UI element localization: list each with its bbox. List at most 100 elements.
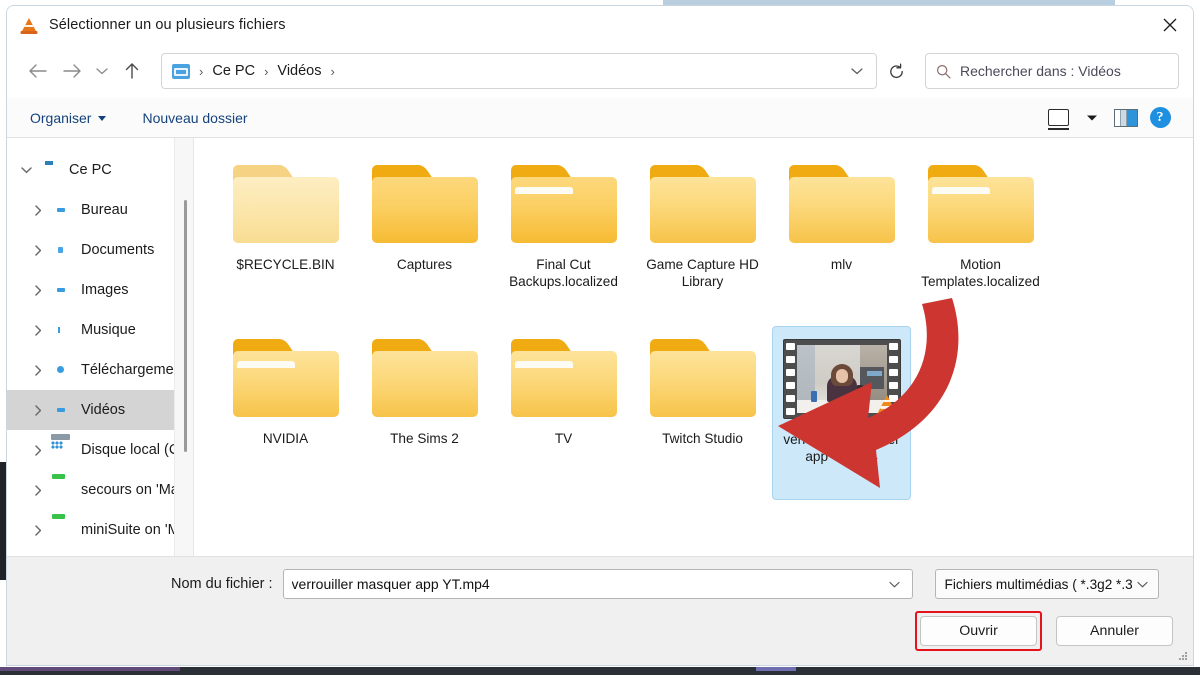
file-tile-game-capture[interactable]: Game Capture HD Library xyxy=(633,152,772,326)
recent-locations-chevron-down-icon[interactable] xyxy=(89,54,115,88)
breadcrumb-folder-icon xyxy=(172,63,190,79)
folder-icon xyxy=(232,332,339,424)
filename-input[interactable]: verrouiller masquer app YT.mp4 xyxy=(282,569,913,599)
search-input[interactable]: Rechercher dans : Vidéos xyxy=(925,53,1179,89)
chevron-right-icon[interactable] xyxy=(29,404,47,416)
preview-pane-button[interactable] xyxy=(1111,104,1141,132)
command-bar: Organiser Nouveau dossier ? xyxy=(7,98,1193,138)
background-window-bottom-edge xyxy=(0,667,1200,675)
breadcrumb-item-1[interactable]: Vidéos xyxy=(275,60,323,82)
file-tile-recycle-bin[interactable]: $RECYCLE.BIN xyxy=(216,152,355,326)
file-tile-final-cut-backups[interactable]: Final Cut Backups.localized xyxy=(494,152,633,326)
folder-icon xyxy=(927,158,1034,250)
chevron-right-icon[interactable] xyxy=(29,444,47,456)
chevron-right-icon[interactable] xyxy=(29,484,47,496)
breadcrumb-chevron-down-icon[interactable] xyxy=(844,56,870,86)
monitor-view-icon xyxy=(1047,109,1069,130)
chevron-down-icon[interactable] xyxy=(17,166,35,174)
file-name: Captures xyxy=(396,257,453,272)
dialog-buttons: Ouvrir Annuler xyxy=(25,611,1175,651)
chevron-right-icon[interactable] xyxy=(29,324,47,336)
search-placeholder: Rechercher dans : Vidéos xyxy=(960,63,1121,79)
refresh-icon[interactable] xyxy=(879,54,913,88)
file-open-dialog: Sélectionner un ou plusieurs fichiers › … xyxy=(6,5,1194,666)
back-icon[interactable] xyxy=(21,54,55,88)
sidebar-item-bureau[interactable]: Bureau xyxy=(7,190,193,230)
sidebar-item-disque-local[interactable]: Disque local (C: xyxy=(7,430,193,470)
breadcrumb-separator: › xyxy=(264,63,269,79)
folder-icon xyxy=(371,332,478,424)
file-list-view: $RECYCLE.BIN Captures Final Cut Backups.… xyxy=(193,138,1193,556)
file-name: $RECYCLE.BIN xyxy=(236,257,335,272)
network-drive-icon xyxy=(51,481,73,499)
breadcrumb-separator: › xyxy=(330,63,335,79)
dialog-body: Ce PC Bureau Documents Images Musique Té… xyxy=(7,138,1193,556)
sidebar-item-musique[interactable]: Musique xyxy=(7,310,193,350)
new-folder-button[interactable]: Nouveau dossier xyxy=(137,106,252,130)
file-type-filter-value: Fichiers multimédias ( *.3g2 *.3 xyxy=(944,576,1133,592)
file-name: Final Cut Backups.localized xyxy=(509,257,618,289)
sidebar-item-label: Disque local (C: xyxy=(81,442,184,458)
breadcrumb-separator: › xyxy=(199,63,204,79)
chevron-right-icon[interactable] xyxy=(29,284,47,296)
open-button[interactable]: Ouvrir xyxy=(920,616,1037,646)
file-name: Motion Templates.localized xyxy=(921,257,1040,289)
sidebar-item-documents[interactable]: Documents xyxy=(7,230,193,270)
new-folder-label: Nouveau dossier xyxy=(142,109,248,126)
cancel-button[interactable]: Annuler xyxy=(1056,616,1173,646)
folder-icon xyxy=(371,158,478,250)
chevron-right-icon[interactable] xyxy=(29,244,47,256)
up-icon[interactable] xyxy=(115,54,149,88)
view-mode-button[interactable] xyxy=(1043,104,1073,132)
organize-button[interactable]: Organiser xyxy=(25,106,111,130)
folder-icon xyxy=(510,158,617,250)
sidebar-item-label: Téléchargemen xyxy=(81,362,182,378)
file-picker-screenshot: Sélectionner un ou plusieurs fichiers › … xyxy=(0,0,1200,675)
sidebar-item-label: Ce PC xyxy=(69,162,112,178)
file-tile-verrouiller-masquer-app-yt[interactable]: verrouiller masquer app YT.mp4 xyxy=(772,326,911,500)
folder-icon xyxy=(649,332,756,424)
dialog-footer: Nom du fichier : verrouiller masquer app… xyxy=(7,556,1193,665)
file-name: verrouiller masquer app YT.mp4 xyxy=(783,432,900,464)
sidebar-item-label: Musique xyxy=(81,322,136,338)
help-button[interactable]: ? xyxy=(1145,104,1175,132)
sidebar-scrollbar[interactable] xyxy=(184,200,187,452)
filter-chevron-down-icon[interactable] xyxy=(1134,581,1152,588)
file-tile-the-sims-2[interactable]: The Sims 2 xyxy=(355,326,494,500)
chevron-right-icon[interactable] xyxy=(29,524,47,536)
sidebar-item-label: Documents xyxy=(81,242,155,258)
navigation-bar: › Ce PC › Vidéos › Rechercher dans: Vid… xyxy=(7,44,1193,98)
filename-chevron-down-icon[interactable] xyxy=(886,581,904,588)
folder-icon xyxy=(510,332,617,424)
sidebar-item-label: miniSuite on 'M xyxy=(81,522,180,538)
sidebar-item-images[interactable]: Images xyxy=(7,270,193,310)
close-icon[interactable] xyxy=(1147,6,1193,44)
sidebar-item-minisuite[interactable]: miniSuite on 'M xyxy=(7,510,193,550)
forward-icon[interactable] xyxy=(55,54,89,88)
file-tile-twitch-studio[interactable]: Twitch Studio xyxy=(633,326,772,500)
breadcrumb[interactable]: › Ce PC › Vidéos › xyxy=(161,53,877,89)
file-tile-nvidia[interactable]: NVIDIA xyxy=(216,326,355,500)
file-name: mlv xyxy=(830,257,853,272)
resize-grip[interactable] xyxy=(1178,651,1188,661)
folder-documents-icon xyxy=(51,241,73,259)
file-tile-mlv[interactable]: mlv xyxy=(772,152,911,326)
sidebar-item-secours[interactable]: secours on 'Ma xyxy=(7,470,193,510)
folder-downloads-icon xyxy=(51,361,73,379)
file-tile-tv[interactable]: TV xyxy=(494,326,633,500)
sidebar-item-ce-pc[interactable]: Ce PC xyxy=(7,150,193,190)
breadcrumb-item-0[interactable]: Ce PC xyxy=(210,60,257,82)
file-name: NVIDIA xyxy=(262,431,309,446)
chevron-right-icon[interactable] xyxy=(29,204,47,216)
sidebar-item-telechargements[interactable]: Téléchargemen xyxy=(7,350,193,390)
file-name: The Sims 2 xyxy=(390,431,459,446)
window-title: Sélectionner un ou plusieurs fichiers xyxy=(49,17,286,33)
file-tile-captures[interactable]: Captures xyxy=(355,152,494,326)
search-icon xyxy=(936,64,951,79)
sidebar-item-videos[interactable]: Vidéos xyxy=(7,390,193,430)
sidebar-item-label: secours on 'Ma xyxy=(81,482,179,498)
view-mode-chevron-down-icon[interactable] xyxy=(1077,104,1107,132)
chevron-right-icon[interactable] xyxy=(29,364,47,376)
file-tile-motion-templates[interactable]: Motion Templates.localized xyxy=(911,152,1050,326)
file-type-filter-select[interactable]: Fichiers multimédias ( *.3g2 *.3 xyxy=(934,569,1159,599)
